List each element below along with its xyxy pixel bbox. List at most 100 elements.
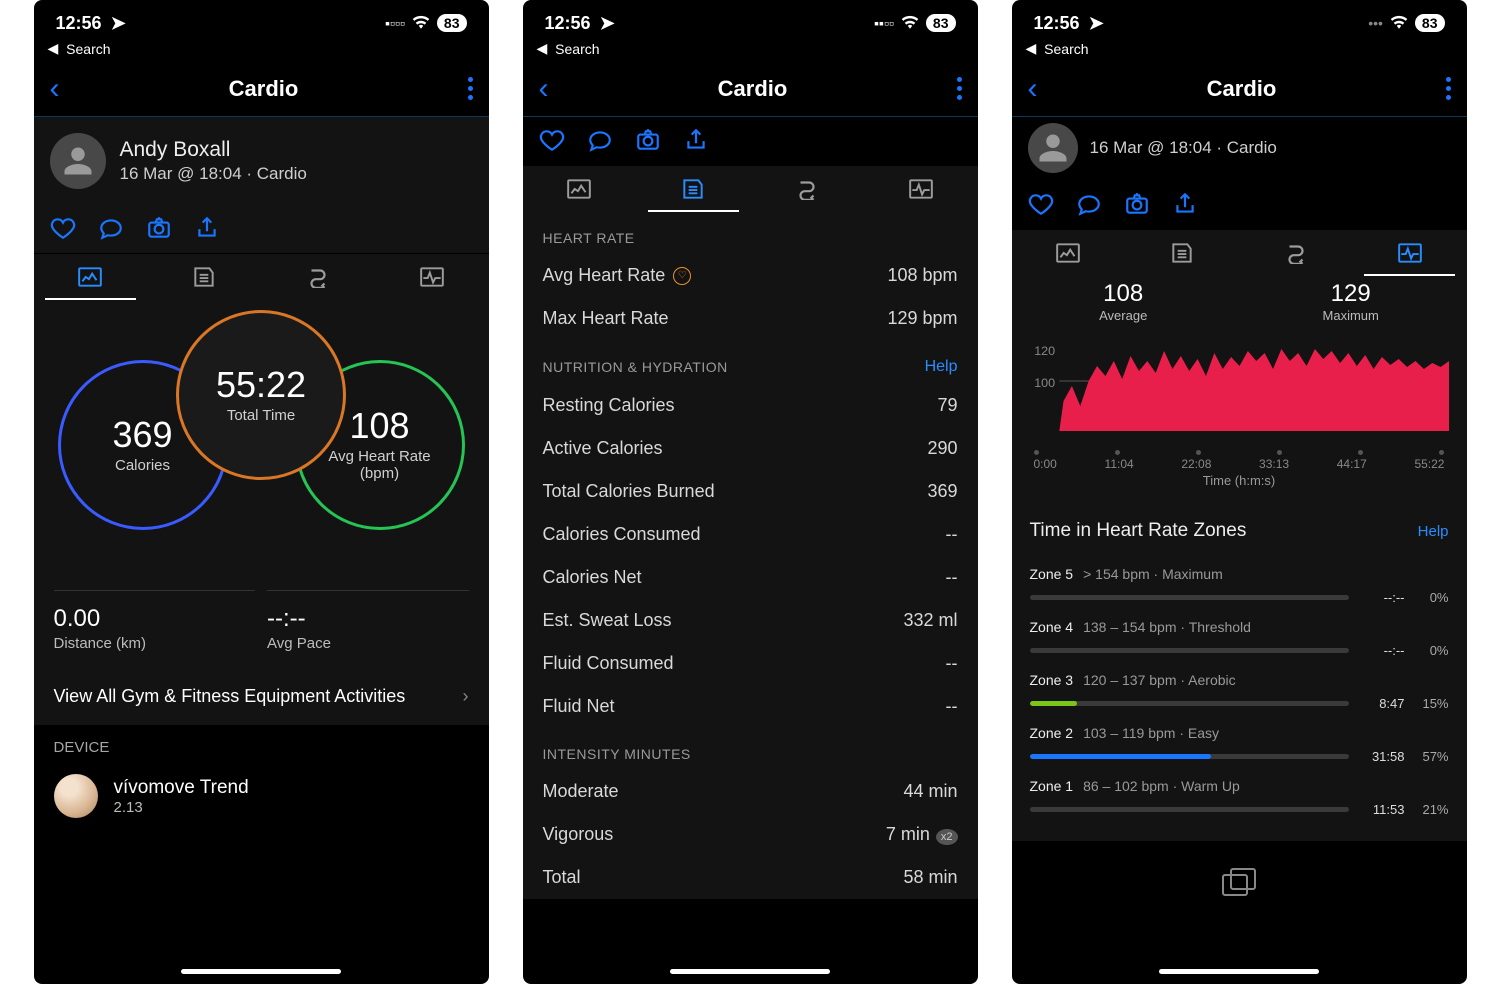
tab-summary[interactable] xyxy=(523,166,637,212)
total-time-ring: 55:22 Total Time xyxy=(176,310,346,480)
back-button[interactable]: ‹ xyxy=(1028,72,1038,106)
tab-summary[interactable] xyxy=(34,254,148,300)
tab-laps[interactable] xyxy=(1239,230,1353,276)
zone-range: 103 – 119 bpm · Easy xyxy=(1083,725,1219,741)
status-time: 12:56 xyxy=(545,13,591,34)
zone-range: 138 – 154 bpm · Threshold xyxy=(1083,619,1251,635)
home-indicator[interactable] xyxy=(181,969,341,974)
help-link[interactable]: Help xyxy=(925,358,958,376)
device-section-label: DEVICE xyxy=(34,725,489,762)
zone-time: 11:53 xyxy=(1359,802,1405,817)
battery-badge: 83 xyxy=(926,14,956,32)
tab-stats[interactable] xyxy=(1125,230,1239,276)
calories-value: 369 xyxy=(112,417,172,453)
location-icon: ➤ xyxy=(111,13,126,34)
back-button[interactable]: ‹ xyxy=(50,72,60,106)
zones-help-link[interactable]: Help xyxy=(1418,523,1449,540)
zone-name: Zone 5 xyxy=(1030,566,1074,582)
view-all-activities-link[interactable]: View All Gym & Fitness Equipment Activit… xyxy=(34,668,489,725)
avg-hr-key: Avg Heart Rate xyxy=(543,265,666,286)
zone-range: 86 – 102 bpm · Warm Up xyxy=(1083,778,1240,794)
share-icon[interactable] xyxy=(683,127,709,153)
like-icon[interactable] xyxy=(539,127,565,153)
tab-laps[interactable] xyxy=(750,166,864,212)
avatar[interactable] xyxy=(1028,123,1078,173)
tab-heart-rate[interactable] xyxy=(864,166,978,212)
max-hr-val: 129 bpm xyxy=(887,308,957,329)
more-menu-button[interactable] xyxy=(957,77,962,100)
zone-name: Zone 3 xyxy=(1030,672,1074,688)
zone-range: 120 – 137 bpm · Aerobic xyxy=(1083,672,1236,688)
status-time: 12:56 xyxy=(1034,13,1080,34)
pace-label: Avg Pace xyxy=(267,635,469,652)
device-row[interactable]: vívomove Trend 2.13 xyxy=(34,762,489,830)
avg-hr-value: 108 xyxy=(349,408,409,444)
profile-name: Andy Boxall xyxy=(120,138,307,162)
zone-pct: 0% xyxy=(1415,643,1449,658)
more-menu-button[interactable] xyxy=(1446,77,1451,100)
heart-rate-chart[interactable]: 120 100 xyxy=(1012,323,1467,450)
status-time: 12:56 xyxy=(56,13,102,34)
chart-avg-value: 108 xyxy=(1099,280,1147,308)
zone-track xyxy=(1030,701,1349,706)
tab-heart-rate[interactable] xyxy=(1353,230,1467,276)
zone-pct: 21% xyxy=(1415,802,1449,817)
zone-row: Zone 5> 154 bpm · Maximum --:--0% xyxy=(1030,556,1449,609)
like-icon[interactable] xyxy=(1028,191,1054,217)
zone-row: Zone 3120 – 137 bpm · Aerobic 8:4715% xyxy=(1030,662,1449,715)
share-icon[interactable] xyxy=(194,215,220,241)
chart-avg-label: Average xyxy=(1099,308,1147,323)
share-icon[interactable] xyxy=(1172,191,1198,217)
device-name: vívomove Trend xyxy=(114,777,249,799)
zone-time: 31:58 xyxy=(1359,749,1405,764)
home-indicator[interactable] xyxy=(1159,969,1319,974)
camera-icon[interactable] xyxy=(146,215,172,241)
zone-row: Zone 2103 – 119 bpm · Easy 31:5857% xyxy=(1030,715,1449,768)
camera-icon[interactable] xyxy=(1124,191,1150,217)
chevron-right-icon: › xyxy=(463,686,469,707)
total-time-label: Total Time xyxy=(217,407,305,424)
zone-track xyxy=(1030,807,1349,812)
distance-value: 0.00 xyxy=(54,605,256,633)
zone-name: Zone 1 xyxy=(1030,778,1074,794)
back-to-search[interactable]: ◀ Search xyxy=(34,40,489,61)
zone-track xyxy=(1030,648,1349,653)
heart-rate-section: HEART RATE xyxy=(523,212,978,254)
nutrition-section: NUTRITION & HYDRATIONHelp xyxy=(523,340,978,384)
comment-icon[interactable] xyxy=(587,127,613,153)
back-caret-icon: ◀ xyxy=(1026,40,1037,57)
comment-icon[interactable] xyxy=(98,215,124,241)
tab-stats[interactable] xyxy=(147,254,261,300)
cards-icon[interactable] xyxy=(1012,841,1467,944)
svg-text:100: 100 xyxy=(1034,376,1055,390)
tab-summary[interactable] xyxy=(1012,230,1126,276)
chart-max-value: 129 xyxy=(1323,280,1379,308)
zone-range: > 154 bpm · Maximum xyxy=(1083,566,1223,582)
tab-stats[interactable] xyxy=(636,166,750,212)
home-indicator[interactable] xyxy=(670,969,830,974)
tab-heart-rate[interactable] xyxy=(375,254,489,300)
svg-text:120: 120 xyxy=(1034,344,1055,358)
wifi-icon xyxy=(1390,15,1408,32)
location-icon: ➤ xyxy=(1089,13,1104,34)
comment-icon[interactable] xyxy=(1076,191,1102,217)
more-menu-button[interactable] xyxy=(468,77,473,100)
zone-track xyxy=(1030,595,1349,600)
back-caret-icon: ◀ xyxy=(48,40,59,57)
zone-time: 8:47 xyxy=(1359,696,1405,711)
back-caret-icon: ◀ xyxy=(537,40,548,57)
zones-title: Time in Heart Rate Zones xyxy=(1030,520,1247,542)
camera-icon[interactable] xyxy=(635,127,661,153)
back-to-search[interactable]: ◀ Search xyxy=(523,40,978,61)
back-to-search[interactable]: ◀ Search xyxy=(1012,40,1467,61)
avatar[interactable] xyxy=(50,133,106,189)
zone-row: Zone 1 86 – 102 bpm · Warm Up 11:53 21% xyxy=(1030,768,1449,821)
device-image xyxy=(54,774,98,818)
distance-label: Distance (km) xyxy=(54,635,256,652)
page-title: Cardio xyxy=(229,76,299,102)
like-icon[interactable] xyxy=(50,215,76,241)
tab-laps[interactable] xyxy=(261,254,375,300)
heart-rate-icon: ♡ xyxy=(673,267,691,285)
back-button[interactable]: ‹ xyxy=(539,72,549,106)
wifi-icon xyxy=(412,15,430,32)
